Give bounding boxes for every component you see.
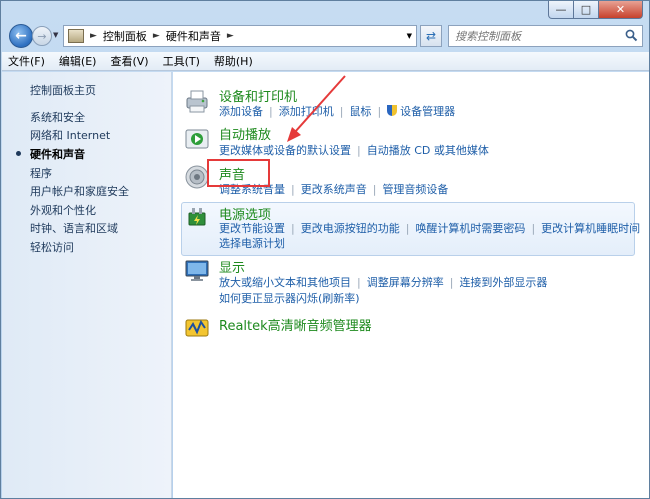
search-icon[interactable] xyxy=(625,29,638,42)
control-panel-window: — □ ✕ ← → ▼ ► 控制面板 ► 硬件和声音 ► ▼ ⇄ 文件(F) xyxy=(0,0,650,499)
sidebar-item-programs[interactable]: 程序 xyxy=(30,165,52,181)
main-content: 设备和打印机 添加设备 | 添加打印机 | 鼠标 | 设备管理器 自动播放 更改媒体或设备的… xyxy=(173,72,649,498)
chevron-right-icon[interactable]: ► xyxy=(90,31,97,41)
minimize-button[interactable]: — xyxy=(548,1,574,19)
caption-buttons: — □ ✕ xyxy=(548,1,643,19)
close-button[interactable]: ✕ xyxy=(599,1,643,19)
sidebar-item-appearance[interactable]: 外观和个性化 xyxy=(30,202,96,218)
sidebar-item-clock-region[interactable]: 时钟、语言和区域 xyxy=(30,220,118,236)
control-panel-icon xyxy=(68,29,84,43)
menu-view[interactable]: 查看(V) xyxy=(110,53,148,69)
search-box[interactable] xyxy=(448,25,643,47)
chevron-right-icon[interactable]: ► xyxy=(227,31,234,41)
address-bar[interactable]: ► 控制面板 ► 硬件和声音 ► ▼ xyxy=(63,25,417,47)
sidebar-item-system-security[interactable]: 系统和安全 xyxy=(30,109,85,125)
breadcrumb-hardware-and-sound[interactable]: 硬件和声音 xyxy=(166,28,221,44)
annotation-arrow xyxy=(287,75,346,142)
sidebar-item-hardware-sound[interactable]: 硬件和声音 xyxy=(30,146,85,162)
menu-file[interactable]: 文件(F) xyxy=(8,53,45,69)
menu-edit[interactable]: 编辑(E) xyxy=(59,53,97,69)
forward-button[interactable]: → xyxy=(32,26,52,46)
menu-help[interactable]: 帮助(H) xyxy=(214,53,253,69)
address-dropdown-icon[interactable]: ▼ xyxy=(407,32,412,40)
navigation-bar: ← → ▼ ► 控制面板 ► 硬件和声音 ► ▼ ⇄ xyxy=(1,23,650,49)
menu-tools[interactable]: 工具(T) xyxy=(163,53,200,69)
chevron-right-icon[interactable]: ► xyxy=(153,31,160,41)
maximize-button[interactable]: □ xyxy=(574,1,599,19)
breadcrumb-control-panel[interactable]: 控制面板 xyxy=(103,28,147,44)
refresh-icon: ⇄ xyxy=(425,29,437,43)
sidebar-item-user-accounts[interactable]: 用户帐户和家庭安全 xyxy=(30,183,129,199)
sidebar-item-ease-of-access[interactable]: 轻松访问 xyxy=(30,239,74,255)
current-item-bullet xyxy=(16,151,21,156)
refresh-button[interactable]: ⇄ xyxy=(420,25,442,47)
menu-bar: 文件(F) 编辑(E) 查看(V) 工具(T) 帮助(H) xyxy=(2,52,649,71)
recent-pages-dropdown[interactable]: ▼ xyxy=(53,31,58,39)
search-input[interactable] xyxy=(455,27,625,45)
sidebar: 控制面板主页 系统和安全 网络和 Internet 硬件和声音 程序 用户帐户和… xyxy=(2,72,172,498)
back-button[interactable]: ← xyxy=(9,24,33,48)
sidebar-item-network[interactable]: 网络和 Internet xyxy=(30,127,110,143)
sidebar-item-home[interactable]: 控制面板主页 xyxy=(30,82,96,98)
